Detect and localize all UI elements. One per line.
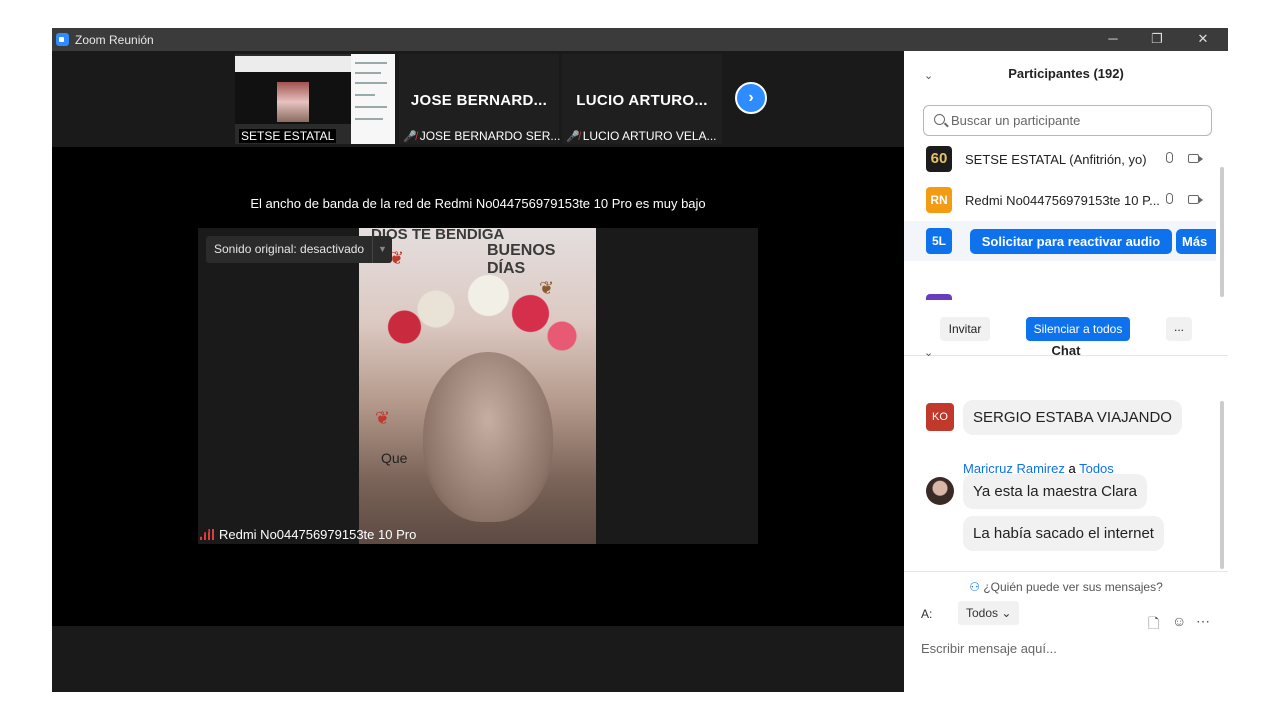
participant-search-input[interactable]: Buscar un participante: [923, 105, 1212, 136]
original-sound-label: Sonido original: desactivado: [214, 242, 365, 256]
request-unmute-button[interactable]: Solicitar para reactivar audio: [970, 229, 1172, 254]
recipient-value: Todos: [966, 606, 999, 620]
muted-mic-icon: 🎤̸: [403, 131, 417, 143]
video-camera-icon: [1188, 154, 1203, 163]
chevron-down-icon: ⌄: [1001, 606, 1012, 620]
more-button[interactable]: Más: [1176, 229, 1216, 254]
close-button[interactable]: ✕: [1180, 28, 1226, 51]
person-icon: ⚇: [969, 580, 980, 594]
zoom-window: Zoom Reunión ─ ❐ ✕ SETSE ESTATAL JOSE BE…: [52, 28, 1228, 692]
original-sound-button[interactable]: Sonido original: desactivado ▼: [206, 236, 392, 263]
meeting-controls-bar: [52, 626, 904, 692]
thumbnail-name: LUCIO ARTURO...: [576, 92, 708, 109]
who-can-see-link[interactable]: ⚇ ¿Quién puede ver sus mensajes?: [904, 580, 1228, 594]
video-feed-image: DIOS TE BENDIGA BUENOS DÍAS ❦ ❦ ❦ Que: [359, 228, 596, 544]
next-page-arrow-icon[interactable]: ›: [735, 82, 767, 114]
overlay-text: BUENOS DÍAS: [487, 242, 556, 277]
zoom-app-icon: [56, 33, 69, 46]
thumbnail-caption: SETSE ESTATAL: [239, 129, 337, 143]
participants-header: Participantes (192): [1008, 66, 1124, 81]
microphone-icon: [1166, 193, 1173, 204]
bandwidth-warning: El ancho de banda de la red de Redmi No0…: [250, 196, 706, 211]
participant-row[interactable]: 60 SETSE ESTATAL (Anfitrión, yo): [904, 139, 1216, 179]
chat-header: Chat: [1051, 343, 1081, 358]
video-camera-icon: [1188, 195, 1203, 204]
participant-name: Redmi No044756979153te 10 P...: [965, 193, 1160, 208]
thumbnail-name: JOSE BERNARD...: [410, 92, 548, 109]
thumbnail-jose-bernardo[interactable]: JOSE BERNARD... 🎤̸ JOSE BERNARDO SER...: [399, 54, 561, 144]
meeting-stage: SETSE ESTATAL JOSE BERNARD... 🎤̸ JOSE BER…: [52, 51, 904, 692]
participants-scrollbar[interactable]: [1220, 167, 1224, 297]
chat-scrollbar[interactable]: [1220, 401, 1224, 569]
avatar: 5L: [926, 228, 952, 254]
muted-mic-icon: 🎤̸: [566, 131, 580, 143]
to-label: A:: [921, 607, 933, 621]
signal-strength-icon: [200, 529, 215, 540]
emoji-icon[interactable]: ☺: [1172, 613, 1186, 629]
avatar: [926, 294, 952, 300]
microphone-icon: [1166, 152, 1173, 163]
thumbnail-caption: LUCIO ARTURO VELA...: [582, 129, 717, 143]
more-icon[interactable]: ⋯: [1196, 613, 1210, 630]
file-icon[interactable]: 🗋: [1148, 613, 1159, 637]
avatar: [926, 477, 954, 505]
butterfly-icon: ❦: [375, 408, 391, 428]
thumbnail-lucio-arturo[interactable]: LUCIO ARTURO... 🎤̸ LUCIO ARTURO VELA...: [562, 54, 722, 144]
thumbnail-setse-estatal[interactable]: SETSE ESTATAL: [235, 54, 395, 144]
side-panel: ⌄ Participantes (192) Buscar un particip…: [904, 51, 1228, 692]
restore-button[interactable]: ❐: [1134, 28, 1180, 51]
butterfly-icon: ❦: [539, 278, 555, 298]
chat-message: SERGIO ESTABA VIAJANDO: [963, 400, 1182, 435]
chat-message: La había sacado el internet: [963, 516, 1164, 551]
divider: [904, 571, 1228, 572]
search-placeholder: Buscar un participante: [951, 113, 1081, 128]
avatar: RN: [926, 187, 952, 213]
title-bar: Zoom Reunión ─ ❐ ✕: [52, 28, 1228, 51]
chevron-down-icon[interactable]: ▼: [372, 236, 392, 263]
video-caption: Redmi No044756979153te 10 Pro: [200, 527, 416, 542]
video-participant-name: Redmi No044756979153te 10 Pro: [219, 527, 417, 542]
chat-message: Ya esta la maestra Clara: [963, 474, 1147, 509]
recipient-row: A: Todos ⌄: [921, 601, 1020, 625]
recipient-dropdown[interactable]: Todos ⌄: [958, 601, 1020, 625]
invite-button[interactable]: Invitar: [940, 317, 990, 341]
search-icon: [934, 114, 945, 125]
window-title: Zoom Reunión: [75, 33, 154, 47]
avatar: KO: [926, 403, 954, 431]
active-speaker-video[interactable]: DIOS TE BENDIGA BUENOS DÍAS ❦ ❦ ❦ Que So…: [198, 228, 758, 544]
participant-name: SETSE ESTATAL (Anfitrión, yo): [965, 152, 1147, 167]
chat-message-input[interactable]: Escribir mensaje aquí...: [921, 641, 1057, 656]
overlay-text: Que: [381, 450, 408, 466]
who-can-see-text: ¿Quién puede ver sus mensajes?: [983, 580, 1163, 594]
avatar: 60: [926, 146, 952, 172]
participant-row[interactable]: RN Redmi No044756979153te 10 P...: [904, 180, 1216, 220]
more-options-button[interactable]: ...: [1166, 317, 1192, 341]
thumbnail-strip: SETSE ESTATAL JOSE BERNARD... 🎤̸ JOSE BER…: [52, 51, 904, 147]
thumbnail-caption: JOSE BERNARDO SER...: [419, 129, 561, 143]
mute-all-button[interactable]: Silenciar a todos: [1026, 317, 1130, 341]
minimize-button[interactable]: ─: [1090, 28, 1136, 51]
